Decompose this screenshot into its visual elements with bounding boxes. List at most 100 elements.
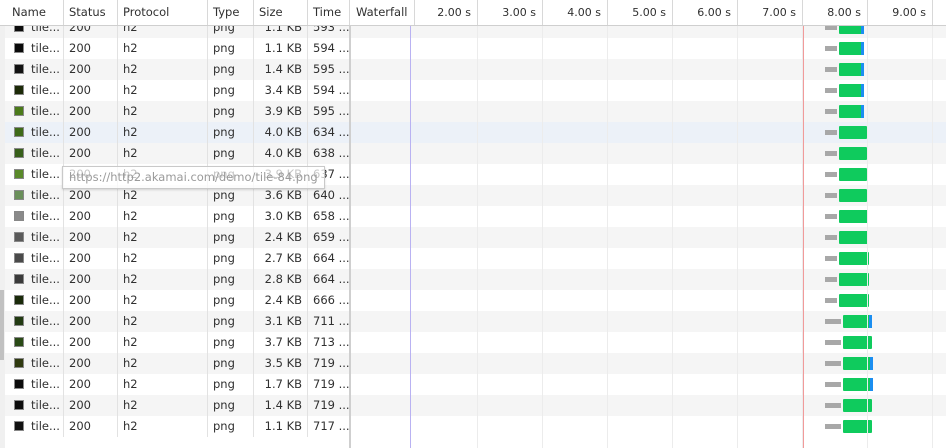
waterfall-download-bar[interactable]	[839, 189, 867, 202]
request-name-cell[interactable]: tile...	[7, 122, 64, 143]
waterfall-download-bar[interactable]	[839, 168, 867, 181]
request-name-cell[interactable]: tile...	[7, 143, 64, 164]
request-type: png	[208, 143, 254, 164]
column-header-protocol[interactable]: Protocol	[118, 0, 208, 25]
request-name-cell[interactable]: tile...	[7, 248, 64, 269]
request-name-cell[interactable]: tile...	[7, 38, 64, 59]
waterfall-gridline	[607, 25, 608, 448]
image-thumbnail-icon	[14, 127, 24, 137]
waterfall-download-bar[interactable]	[839, 42, 863, 55]
image-thumbnail-icon	[14, 379, 24, 389]
request-row[interactable]: tile... 200 h2 png 1.4 KB 595 ...	[0, 59, 946, 80]
request-name-cell[interactable]: tile...	[7, 206, 64, 227]
request-name-cell[interactable]: tile...	[7, 416, 64, 437]
waterfall-gridline	[737, 25, 738, 448]
waterfall-waiting-bar	[825, 172, 838, 177]
request-name-cell[interactable]: tile...	[7, 311, 64, 332]
request-time: 717 ...	[308, 416, 350, 437]
waterfall-download-bar[interactable]	[839, 105, 863, 118]
request-row[interactable]: tile... 200 h2 png 3.7 KB 713 ...	[0, 332, 946, 353]
column-header-size[interactable]: Size	[254, 0, 308, 25]
vertical-scrollbar-thumb[interactable]	[0, 290, 4, 360]
request-size: 1.1 KB	[254, 416, 308, 437]
request-name-cell[interactable]: tile...	[7, 332, 64, 353]
request-protocol: h2	[118, 416, 208, 437]
request-name-cell[interactable]: tile...	[7, 227, 64, 248]
request-status: 200	[64, 101, 118, 122]
column-header-status[interactable]: Status	[64, 0, 118, 25]
request-row[interactable]: tile... 200 h2 png 1.7 KB 719 ...	[0, 374, 946, 395]
request-time: 713 ...	[308, 332, 350, 353]
request-protocol: h2	[118, 332, 208, 353]
vertical-scrollbar-track[interactable]	[0, 25, 5, 448]
request-protocol: h2	[118, 311, 208, 332]
request-size: 2.8 KB	[254, 269, 308, 290]
waterfall-receiving-bar	[860, 63, 864, 76]
request-row[interactable]: tile... 200 h2 png 1.1 KB 717 ...	[0, 416, 946, 437]
request-protocol: h2	[118, 206, 208, 227]
waterfall-download-bar[interactable]	[839, 294, 869, 307]
request-status: 200	[64, 80, 118, 101]
request-name: tile...	[31, 125, 60, 139]
request-row[interactable]: tile... 200 h2 png 4.0 KB 634 ...	[0, 122, 946, 143]
network-table-header: Name Status Protocol Type Size Time Wate…	[0, 0, 946, 26]
waterfall-divider[interactable]	[349, 0, 351, 448]
request-row[interactable]: tile... 200 h2 png 3.0 KB 658 ...	[0, 206, 946, 227]
url-tooltip: https://http2.akamai.com/demo/tile-84.pn…	[62, 166, 325, 189]
request-name-cell[interactable]: tile...	[7, 185, 64, 206]
image-thumbnail-icon	[14, 43, 24, 53]
waterfall-download-bar[interactable]	[839, 63, 863, 76]
request-size: 3.0 KB	[254, 206, 308, 227]
waterfall-receiving-bar	[860, 105, 864, 118]
request-time: 719 ...	[308, 353, 350, 374]
column-header-name[interactable]: Name	[7, 0, 64, 25]
request-name-cell[interactable]: tile...	[7, 164, 64, 185]
request-name-cell[interactable]: tile...	[7, 80, 64, 101]
column-header-waterfall[interactable]: Waterfall	[351, 0, 415, 25]
column-header-time[interactable]: Time	[308, 0, 350, 25]
request-row[interactable]: tile... 200 h2 png 3.5 KB 719 ...	[0, 353, 946, 374]
waterfall-download-bar[interactable]	[839, 147, 867, 160]
request-size: 2.4 KB	[254, 290, 308, 311]
waterfall-download-bar[interactable]	[839, 84, 863, 97]
request-type: png	[208, 311, 254, 332]
request-name-cell[interactable]: tile...	[7, 290, 64, 311]
waterfall-download-bar[interactable]	[839, 231, 868, 244]
request-name: tile...	[31, 209, 60, 223]
request-row[interactable]: tile... 200 h2 png 3.4 KB 594 ...	[0, 80, 946, 101]
request-name: tile...	[31, 272, 60, 286]
request-name-cell[interactable]: tile...	[7, 374, 64, 395]
waterfall-waiting-bar	[825, 235, 838, 240]
request-row[interactable]: tile... 200 h2 png 2.7 KB 664 ...	[0, 248, 946, 269]
request-size: 3.5 KB	[254, 353, 308, 374]
request-name-cell[interactable]: tile...	[7, 353, 64, 374]
column-header-type[interactable]: Type	[208, 0, 254, 25]
request-type: png	[208, 59, 254, 80]
waterfall-download-bar[interactable]	[839, 210, 868, 223]
request-row[interactable]: tile... 200 h2 png 2.4 KB 666 ...	[0, 290, 946, 311]
request-size: 1.1 KB	[254, 38, 308, 59]
request-protocol: h2	[118, 143, 208, 164]
request-name-cell[interactable]: tile...	[7, 269, 64, 290]
waterfall-download-bar[interactable]	[839, 273, 869, 286]
request-name-cell[interactable]: tile...	[7, 395, 64, 416]
waterfall-download-bar[interactable]	[839, 252, 869, 265]
request-name-cell[interactable]: tile...	[7, 101, 64, 122]
request-name: tile...	[31, 419, 60, 433]
request-name-cell[interactable]: tile...	[7, 59, 64, 80]
waterfall-waiting-bar	[825, 340, 842, 345]
request-row[interactable]: tile... 200 h2 png 2.4 KB 659 ...	[0, 227, 946, 248]
request-row[interactable]: tile... 200 h2 png 4.0 KB 638 ...	[0, 143, 946, 164]
request-row[interactable]: tile... 200 h2 png 1.1 KB 594 ...	[0, 38, 946, 59]
request-protocol: h2	[118, 122, 208, 143]
request-row[interactable]: tile... 200 h2 png 1.4 KB 719 ...	[0, 395, 946, 416]
request-protocol: h2	[118, 290, 208, 311]
request-time: 594 ...	[308, 38, 350, 59]
waterfall-waiting-bar	[825, 361, 842, 366]
waterfall-tick-label: 9.00 s	[868, 0, 933, 25]
request-row[interactable]: tile... 200 h2 png 3.9 KB 595 ...	[0, 101, 946, 122]
waterfall-download-bar[interactable]	[839, 126, 867, 139]
request-row[interactable]: tile... 200 h2 png 3.1 KB 711 ...	[0, 311, 946, 332]
request-type: png	[208, 101, 254, 122]
request-row[interactable]: tile... 200 h2 png 2.8 KB 664 ...	[0, 269, 946, 290]
